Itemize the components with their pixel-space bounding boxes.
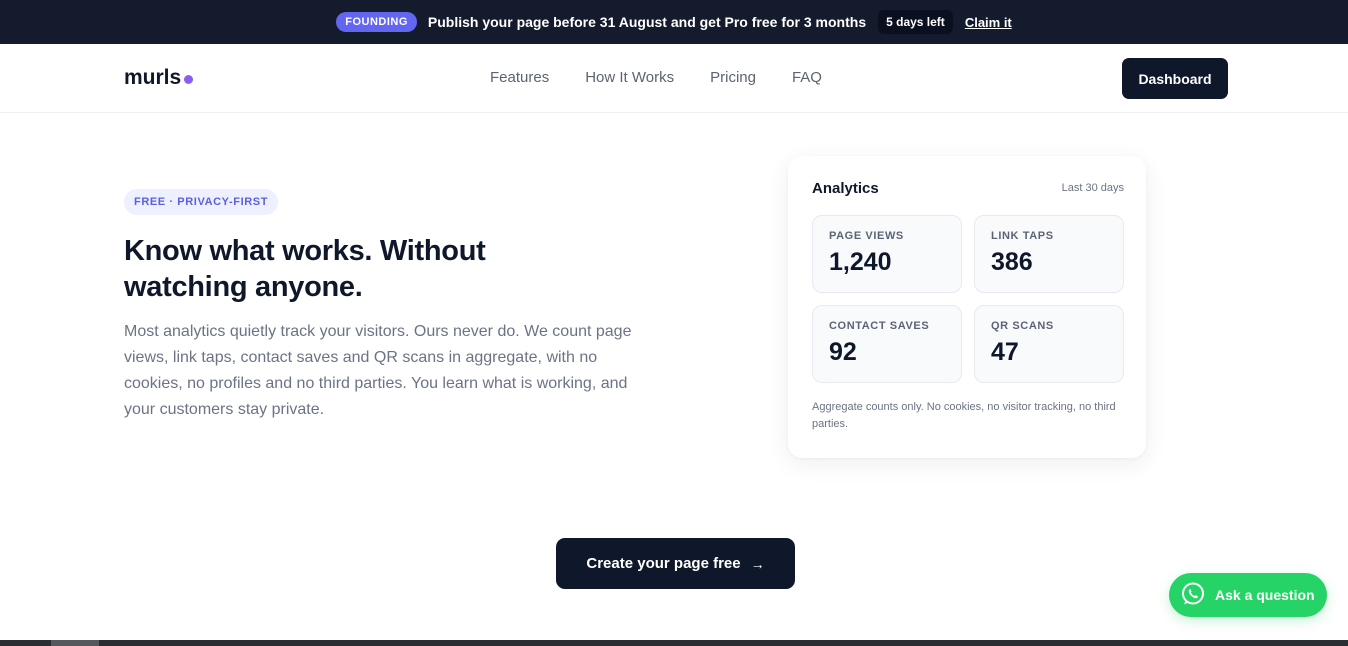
navbar: murls Features How It Works Pricing FAQ … (0, 44, 1348, 113)
stat-value: 1,240 (829, 248, 892, 276)
privacy-pill: FREE · PRIVACY-FIRST (124, 189, 279, 215)
ask-question-button[interactable]: Ask a question (1169, 573, 1327, 617)
stat-page-views: PAGE VIEWS 1,240 (812, 215, 962, 293)
cta-label: Create your page free (586, 555, 741, 572)
stat-value: 386 (991, 248, 1033, 276)
claim-link[interactable]: Claim it (965, 15, 1012, 30)
stat-link-taps: LINK TAPS 386 (974, 215, 1124, 293)
hero-headline: Know what works. Without watching anyone… (124, 235, 486, 303)
arrow-right-icon: → (750, 555, 765, 572)
countdown-badge: 5 days left (878, 10, 953, 34)
promo-banner: FOUNDING Publish your page before 31 Aug… (0, 0, 1348, 44)
analytics-range: Last 30 days (1061, 182, 1124, 194)
whatsapp-icon (1180, 581, 1206, 610)
logo[interactable]: murls (124, 66, 194, 90)
bottom-strip (0, 640, 1348, 646)
hero-description: Most analytics quietly track your visito… (124, 323, 632, 418)
stat-label: LINK TAPS (991, 230, 1054, 242)
nav-links: Features How It Works Pricing FAQ (490, 69, 822, 86)
stat-value: 92 (829, 338, 857, 366)
stat-label: CONTACT SAVES (829, 320, 930, 332)
stat-value: 47 (991, 338, 1019, 366)
logo-dot (184, 74, 194, 84)
stat-contact-saves: CONTACT SAVES 92 (812, 305, 962, 383)
logo-text: murls (124, 66, 182, 89)
ask-question-label: Ask a question (1215, 587, 1315, 603)
dashboard-button[interactable]: Dashboard (1122, 58, 1228, 99)
stat-label: QR SCANS (991, 320, 1054, 332)
nav-link-faq[interactable]: FAQ (792, 69, 822, 86)
stat-label: PAGE VIEWS (829, 230, 904, 242)
promo-message: Publish your page before 31 August and g… (427, 14, 867, 30)
create-page-button[interactable]: Create your page free → (556, 538, 795, 589)
nav-link-how-it-works[interactable]: How It Works (585, 69, 674, 86)
analytics-note: Aggregate counts only. No cookies, no vi… (812, 401, 1116, 430)
founding-badge: FOUNDING (336, 12, 417, 32)
stat-qr-scans: QR SCANS 47 (974, 305, 1124, 383)
analytics-card: Analytics Last 30 days PAGE VIEWS 1,240 … (788, 156, 1146, 458)
nav-link-pricing[interactable]: Pricing (710, 69, 756, 86)
analytics-title: Analytics (812, 180, 879, 197)
bottom-strip-segment (51, 640, 99, 646)
nav-link-features[interactable]: Features (490, 69, 549, 86)
